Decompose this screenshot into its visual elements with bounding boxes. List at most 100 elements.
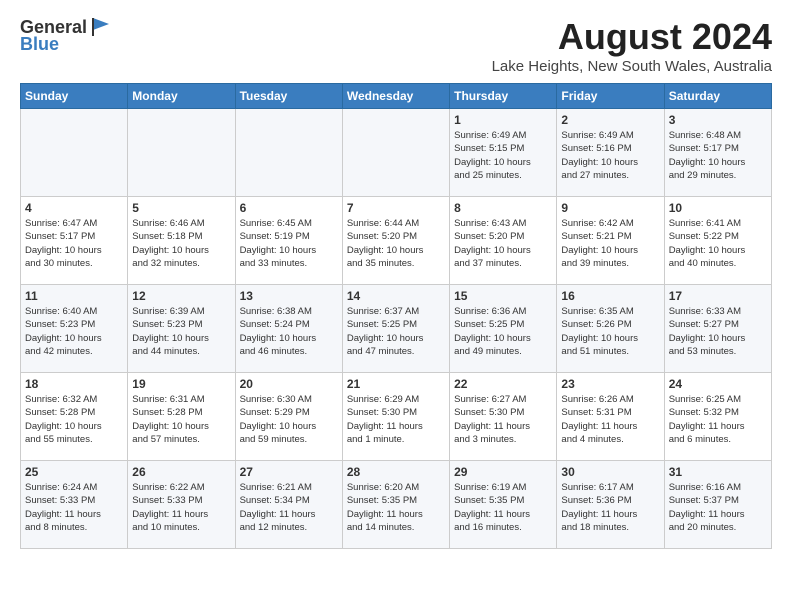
day-info: Sunrise: 6:33 AM Sunset: 5:27 PM Dayligh…	[669, 305, 767, 358]
calendar-header-row: SundayMondayTuesdayWednesdayThursdayFrid…	[21, 84, 772, 109]
day-number: 26	[132, 465, 230, 479]
day-number: 7	[347, 201, 445, 215]
header-thursday: Thursday	[450, 84, 557, 109]
day-number: 8	[454, 201, 552, 215]
day-number: 4	[25, 201, 123, 215]
calendar-cell: 1 Sunrise: 6:49 AM Sunset: 5:15 PM Daylig…	[450, 109, 557, 197]
day-info: Sunrise: 6:42 AM Sunset: 5:21 PM Dayligh…	[561, 217, 659, 270]
day-info: Sunrise: 6:31 AM Sunset: 5:28 PM Dayligh…	[132, 393, 230, 446]
day-number: 12	[132, 289, 230, 303]
calendar-cell: 31 Sunrise: 6:16 AM Sunset: 5:37 PM Dayli…	[664, 461, 771, 549]
day-number: 17	[669, 289, 767, 303]
day-info: Sunrise: 6:49 AM Sunset: 5:15 PM Dayligh…	[454, 129, 552, 182]
day-info: Sunrise: 6:38 AM Sunset: 5:24 PM Dayligh…	[240, 305, 338, 358]
day-info: Sunrise: 6:44 AM Sunset: 5:20 PM Dayligh…	[347, 217, 445, 270]
day-number: 6	[240, 201, 338, 215]
day-number: 3	[669, 113, 767, 127]
day-number: 31	[669, 465, 767, 479]
day-number: 1	[454, 113, 552, 127]
calendar-cell: 16 Sunrise: 6:35 AM Sunset: 5:26 PM Dayli…	[557, 285, 664, 373]
header-friday: Friday	[557, 84, 664, 109]
day-number: 30	[561, 465, 659, 479]
day-number: 18	[25, 377, 123, 391]
header-monday: Monday	[128, 84, 235, 109]
day-info: Sunrise: 6:35 AM Sunset: 5:26 PM Dayligh…	[561, 305, 659, 358]
day-number: 11	[25, 289, 123, 303]
calendar-cell	[128, 109, 235, 197]
calendar-cell: 10Sunrise: 6:41 AM Sunset: 5:22 PM Dayli…	[664, 197, 771, 285]
header-tuesday: Tuesday	[235, 84, 342, 109]
day-number: 27	[240, 465, 338, 479]
day-number: 24	[669, 377, 767, 391]
calendar-cell: 11Sunrise: 6:40 AM Sunset: 5:23 PM Dayli…	[21, 285, 128, 373]
day-number: 20	[240, 377, 338, 391]
calendar-cell: 25 Sunrise: 6:24 AM Sunset: 5:33 PM Dayli…	[21, 461, 128, 549]
header-sunday: Sunday	[21, 84, 128, 109]
calendar-cell: 21 Sunrise: 6:29 AM Sunset: 5:30 PM Dayli…	[342, 373, 449, 461]
day-info: Sunrise: 6:22 AM Sunset: 5:33 PM Dayligh…	[132, 481, 230, 534]
calendar-table: SundayMondayTuesdayWednesdayThursdayFrid…	[20, 83, 772, 549]
day-number: 19	[132, 377, 230, 391]
logo-blue-text: Blue	[20, 34, 59, 55]
day-info: Sunrise: 6:32 AM Sunset: 5:28 PM Dayligh…	[25, 393, 123, 446]
day-number: 10	[669, 201, 767, 215]
day-number: 15	[454, 289, 552, 303]
day-info: Sunrise: 6:25 AM Sunset: 5:32 PM Dayligh…	[669, 393, 767, 446]
calendar-cell	[21, 109, 128, 197]
logo: General Blue	[20, 16, 111, 55]
day-number: 29	[454, 465, 552, 479]
day-info: Sunrise: 6:20 AM Sunset: 5:35 PM Dayligh…	[347, 481, 445, 534]
calendar-cell: 24 Sunrise: 6:25 AM Sunset: 5:32 PM Dayli…	[664, 373, 771, 461]
calendar-week-row: 1 Sunrise: 6:49 AM Sunset: 5:15 PM Daylig…	[21, 109, 772, 197]
day-info: Sunrise: 6:43 AM Sunset: 5:20 PM Dayligh…	[454, 217, 552, 270]
day-info: Sunrise: 6:36 AM Sunset: 5:25 PM Dayligh…	[454, 305, 552, 358]
calendar-cell: 8 Sunrise: 6:43 AM Sunset: 5:20 PM Daylig…	[450, 197, 557, 285]
day-number: 5	[132, 201, 230, 215]
calendar-cell: 20Sunrise: 6:30 AM Sunset: 5:29 PM Dayli…	[235, 373, 342, 461]
day-info: Sunrise: 6:48 AM Sunset: 5:17 PM Dayligh…	[669, 129, 767, 182]
day-info: Sunrise: 6:17 AM Sunset: 5:36 PM Dayligh…	[561, 481, 659, 534]
day-number: 22	[454, 377, 552, 391]
calendar-cell: 9 Sunrise: 6:42 AM Sunset: 5:21 PM Daylig…	[557, 197, 664, 285]
day-number: 16	[561, 289, 659, 303]
calendar-cell: 5 Sunrise: 6:46 AM Sunset: 5:18 PM Daylig…	[128, 197, 235, 285]
calendar-cell: 22 Sunrise: 6:27 AM Sunset: 5:30 PM Dayli…	[450, 373, 557, 461]
calendar-week-row: 25 Sunrise: 6:24 AM Sunset: 5:33 PM Dayli…	[21, 461, 772, 549]
calendar-cell: 12Sunrise: 6:39 AM Sunset: 5:23 PM Dayli…	[128, 285, 235, 373]
day-number: 23	[561, 377, 659, 391]
calendar-cell: 29 Sunrise: 6:19 AM Sunset: 5:35 PM Dayli…	[450, 461, 557, 549]
calendar-cell: 14Sunrise: 6:37 AM Sunset: 5:25 PM Dayli…	[342, 285, 449, 373]
day-info: Sunrise: 6:19 AM Sunset: 5:35 PM Dayligh…	[454, 481, 552, 534]
calendar-cell: 7 Sunrise: 6:44 AM Sunset: 5:20 PM Daylig…	[342, 197, 449, 285]
calendar-week-row: 4 Sunrise: 6:47 AM Sunset: 5:17 PM Daylig…	[21, 197, 772, 285]
calendar-cell: 4 Sunrise: 6:47 AM Sunset: 5:17 PM Daylig…	[21, 197, 128, 285]
calendar-cell: 30 Sunrise: 6:17 AM Sunset: 5:36 PM Dayli…	[557, 461, 664, 549]
header-wednesday: Wednesday	[342, 84, 449, 109]
calendar-cell: 27 Sunrise: 6:21 AM Sunset: 5:34 PM Dayli…	[235, 461, 342, 549]
day-number: 25	[25, 465, 123, 479]
day-info: Sunrise: 6:46 AM Sunset: 5:18 PM Dayligh…	[132, 217, 230, 270]
day-info: Sunrise: 6:16 AM Sunset: 5:37 PM Dayligh…	[669, 481, 767, 534]
day-info: Sunrise: 6:49 AM Sunset: 5:16 PM Dayligh…	[561, 129, 659, 182]
calendar-cell: 15 Sunrise: 6:36 AM Sunset: 5:25 PM Dayli…	[450, 285, 557, 373]
calendar-cell	[342, 109, 449, 197]
day-info: Sunrise: 6:29 AM Sunset: 5:30 PM Dayligh…	[347, 393, 445, 446]
calendar-cell: 26 Sunrise: 6:22 AM Sunset: 5:33 PM Dayli…	[128, 461, 235, 549]
day-number: 9	[561, 201, 659, 215]
logo-flag-icon	[89, 16, 111, 38]
day-number: 13	[240, 289, 338, 303]
day-info: Sunrise: 6:21 AM Sunset: 5:34 PM Dayligh…	[240, 481, 338, 534]
day-info: Sunrise: 6:47 AM Sunset: 5:17 PM Dayligh…	[25, 217, 123, 270]
calendar-cell	[235, 109, 342, 197]
day-info: Sunrise: 6:27 AM Sunset: 5:30 PM Dayligh…	[454, 393, 552, 446]
calendar-cell: 3 Sunrise: 6:48 AM Sunset: 5:17 PM Daylig…	[664, 109, 771, 197]
day-info: Sunrise: 6:24 AM Sunset: 5:33 PM Dayligh…	[25, 481, 123, 534]
day-number: 2	[561, 113, 659, 127]
calendar-cell: 17 Sunrise: 6:33 AM Sunset: 5:27 PM Dayli…	[664, 285, 771, 373]
day-number: 21	[347, 377, 445, 391]
calendar-cell: 18 Sunrise: 6:32 AM Sunset: 5:28 PM Dayli…	[21, 373, 128, 461]
calendar-cell: 13 Sunrise: 6:38 AM Sunset: 5:24 PM Dayli…	[235, 285, 342, 373]
month-title: August 2024	[492, 16, 772, 58]
calendar-cell: 23Sunrise: 6:26 AM Sunset: 5:31 PM Dayli…	[557, 373, 664, 461]
day-info: Sunrise: 6:45 AM Sunset: 5:19 PM Dayligh…	[240, 217, 338, 270]
